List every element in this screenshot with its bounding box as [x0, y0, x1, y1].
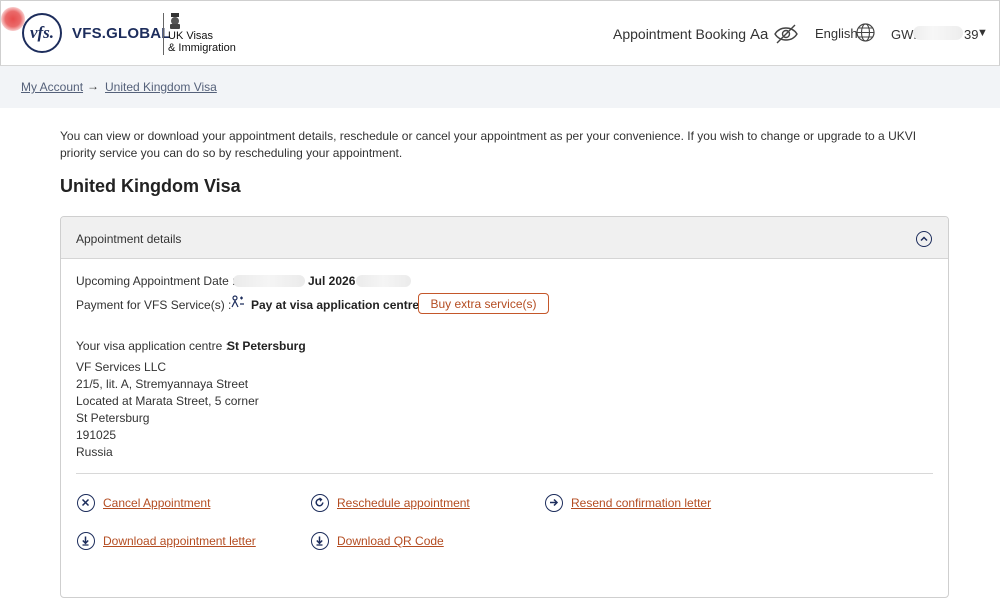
address-line: Located at Marata Street, 5 corner	[76, 394, 259, 408]
breadcrumb-my-account[interactable]: My Account	[21, 80, 83, 94]
breadcrumb-separator: →	[87, 79, 99, 93]
download-qr-code-button[interactable]: Download QR Code	[311, 532, 444, 550]
reschedule-appointment-label[interactable]: Reschedule appointment	[337, 496, 470, 510]
refresh-circle-icon	[311, 494, 329, 512]
download-circle-icon	[77, 532, 95, 550]
resend-confirmation-label[interactable]: Resend confirmation letter	[571, 496, 711, 510]
address-line: 21/5, lit. A, Stremyannaya Street	[76, 377, 249, 391]
card-title: Appointment details	[76, 232, 182, 246]
language-selector[interactable]: English	[815, 26, 858, 41]
download-circle-icon	[311, 532, 329, 550]
card-header[interactable]: Appointment details	[61, 217, 948, 259]
resend-confirmation-button[interactable]: Resend confirmation letter	[545, 494, 711, 512]
nav-appointment-booking[interactable]: Appointment Booking	[613, 26, 746, 42]
chevron-up-icon[interactable]	[916, 231, 932, 247]
eye-off-icon[interactable]	[773, 23, 799, 45]
vfs-wordmark[interactable]: VFS.GLOBAL	[72, 25, 171, 42]
payment-value: Pay at visa application centre	[251, 298, 420, 312]
reschedule-appointment-button[interactable]: Reschedule appointment	[311, 494, 470, 512]
pay-icon	[231, 295, 244, 308]
recording-indicator	[1, 7, 25, 31]
address-line: Russia	[76, 445, 113, 459]
centre-value: St Petersburg	[227, 339, 306, 353]
download-appointment-letter-label[interactable]: Download appointment letter	[103, 534, 256, 548]
date-redacted-left	[233, 275, 305, 287]
buy-extra-services-button[interactable]: Buy extra service(s)	[418, 293, 549, 314]
globe-icon[interactable]	[856, 23, 875, 42]
download-qr-code-label[interactable]: Download QR Code	[337, 534, 444, 548]
address-line: 191025	[76, 428, 117, 442]
appointment-details-card: Appointment details Upcoming Appointment…	[60, 216, 949, 598]
top-header: vfs. VFS.GLOBAL UK Visas & Immigration A…	[0, 0, 1000, 66]
text-size-icon[interactable]: Aa	[750, 26, 768, 43]
upcoming-date-label: Upcoming Appointment Date :	[76, 274, 236, 288]
download-appointment-letter-button[interactable]: Download appointment letter	[77, 532, 256, 550]
page-title: United Kingdom Visa	[60, 176, 241, 196]
royal-crest-icon	[170, 13, 180, 29]
breadcrumb: My Account → United Kingdom Visa	[0, 66, 1000, 108]
date-redacted-right	[356, 275, 411, 287]
card-divider	[76, 473, 933, 474]
user-menu-caret-icon[interactable]: ▼	[977, 27, 988, 39]
arrow-right-circle-icon	[545, 494, 563, 512]
ukvi-line-2: & Immigration	[168, 42, 236, 54]
brand-divider	[163, 13, 164, 55]
address-line: St Petersburg	[76, 411, 150, 425]
upcoming-date-value: Jul 2026	[308, 274, 356, 288]
payment-label: Payment for VFS Service(s) :	[76, 298, 232, 312]
centre-label: Your visa application centre :	[76, 339, 229, 353]
cancel-appointment-button[interactable]: Cancel Appointment	[77, 494, 210, 512]
vfs-logo-icon[interactable]: vfs.	[22, 13, 62, 53]
cancel-appointment-label[interactable]: Cancel Appointment	[103, 496, 210, 510]
x-circle-icon	[77, 494, 95, 512]
user-id-redacted	[913, 26, 963, 40]
breadcrumb-uk-visa[interactable]: United Kingdom Visa	[105, 80, 217, 94]
ukvi-line-1: UK Visas	[168, 30, 214, 42]
address-line: VF Services LLC	[76, 360, 167, 374]
intro-text: You can view or download your appointmen…	[60, 129, 917, 160]
